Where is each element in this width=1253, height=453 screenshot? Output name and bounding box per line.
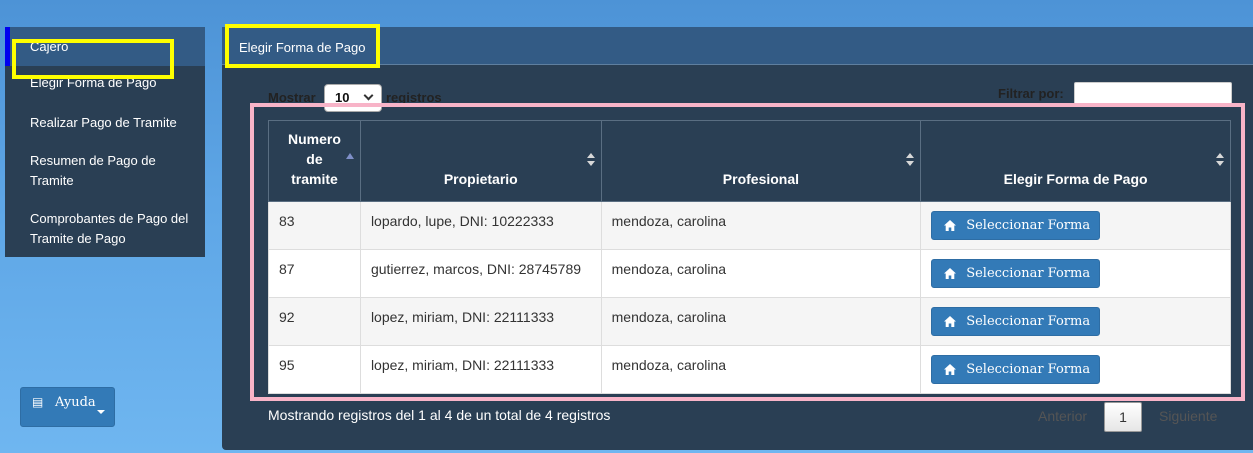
column-header-elegir-forma[interactable]: Elegir Forma de Pago — [920, 120, 1231, 202]
cell-profesional: mendoza, carolina — [600, 201, 922, 250]
cell-action: Seleccionar Forma — [920, 345, 1231, 394]
sort-icon — [906, 153, 915, 167]
cell-action: Seleccionar Forma — [920, 201, 1231, 250]
column-header-label: Elegir Forma de Pago — [1003, 171, 1148, 187]
home-icon — [944, 220, 957, 231]
cell-profesional: mendoza, carolina — [600, 249, 922, 298]
panel-header: Elegir Forma de Pago — [222, 27, 1253, 65]
list-icon: ▤ — [32, 395, 44, 409]
column-header-profesional[interactable]: Profesional — [600, 120, 922, 202]
sidebar-item-resumen-de-pago[interactable]: Resumen de Pago de Tramite — [5, 151, 205, 191]
column-header-label: Propietario — [443, 171, 518, 187]
cell-profesional: mendoza, carolina — [600, 297, 922, 346]
select-payment-button[interactable]: Seleccionar Forma — [931, 259, 1101, 288]
select-payment-label: Seleccionar Forma — [966, 362, 1091, 377]
cell-propietario: lopardo, lupe, DNI: 10222333 — [359, 201, 602, 250]
panel-title: Elegir Forma de Pago — [239, 40, 366, 55]
cell-action: Seleccionar Forma — [920, 297, 1231, 346]
table-row: 92 lopez, miriam, DNI: 22111333 mendoza,… — [268, 297, 1231, 346]
select-payment-button[interactable]: Seleccionar Forma — [931, 355, 1101, 384]
page-length-value: 10 — [335, 90, 350, 105]
cell-numero: 95 — [268, 345, 361, 394]
sort-icon — [1216, 153, 1224, 167]
cell-profesional: mendoza, carolina — [600, 345, 922, 394]
table-row: 95 lopez, miriam, DNI: 22111333 mendoza,… — [268, 345, 1231, 394]
cell-numero: 83 — [268, 201, 361, 250]
cell-propietario: lopez, miriam, DNI: 22111333 — [359, 297, 602, 346]
home-icon — [944, 364, 957, 375]
select-payment-label: Seleccionar Forma — [966, 314, 1091, 329]
tramites-table: Numero de tramite Propietario Profesiona… — [268, 120, 1231, 394]
length-prefix-label: Mostrar — [268, 90, 316, 105]
pagination-page-1[interactable]: 1 — [1104, 402, 1142, 432]
column-header-label: Profesional — [722, 171, 800, 187]
cell-action: Seleccionar Forma — [920, 249, 1231, 298]
sidebar: Cajero Elegir Forma de Pago Realizar Pag… — [5, 27, 205, 257]
select-payment-label: Seleccionar Forma — [966, 266, 1091, 281]
select-payment-button[interactable]: Seleccionar Forma — [931, 211, 1101, 240]
cell-propietario: lopez, miriam, DNI: 22111333 — [359, 345, 602, 394]
home-icon — [944, 268, 957, 279]
cell-propietario: gutierrez, marcos, DNI: 28745789 — [359, 249, 602, 298]
table-row: 87 gutierrez, marcos, DNI: 28745789 mend… — [268, 249, 1231, 298]
caret-down-icon — [97, 410, 105, 414]
select-payment-label: Seleccionar Forma — [966, 218, 1091, 233]
help-label: Ayuda — [55, 395, 96, 410]
sidebar-item-realizar-pago[interactable]: Realizar Pago de Tramite — [5, 113, 205, 133]
table-header-row: Numero de tramite Propietario Profesiona… — [268, 120, 1231, 202]
chevron-down-icon — [363, 90, 374, 101]
sidebar-header-cajero[interactable]: Cajero — [5, 27, 205, 66]
sidebar-item-elegir-forma-de-pago[interactable]: Elegir Forma de Pago — [5, 73, 205, 93]
column-header-propietario[interactable]: Propietario — [359, 120, 602, 202]
page-length-select[interactable]: 10 — [324, 84, 382, 112]
help-dropdown-button[interactable]: ▤ Ayuda — [20, 387, 115, 427]
pagination-previous[interactable]: Anterior — [1038, 408, 1087, 424]
pagination-next[interactable]: Siguiente — [1159, 408, 1217, 424]
table-info-text: Mostrando registros del 1 al 4 de un tot… — [268, 407, 611, 423]
cell-numero: 92 — [268, 297, 361, 346]
column-header-numero[interactable]: Numero de tramite — [268, 120, 361, 202]
filter-input[interactable] — [1074, 82, 1232, 106]
filter-label: Filtrar por: — [998, 86, 1064, 101]
sidebar-item-comprobantes[interactable]: Comprobantes de Pago del Tramite de Pago — [5, 209, 205, 249]
table-row: 83 lopardo, lupe, DNI: 10222333 mendoza,… — [268, 201, 1231, 250]
sort-icon — [586, 153, 595, 167]
length-suffix-label: registros — [386, 90, 442, 105]
select-payment-button[interactable]: Seleccionar Forma — [931, 307, 1101, 336]
home-icon — [944, 316, 957, 327]
cell-numero: 87 — [268, 249, 361, 298]
column-header-label: Numero de tramite — [288, 131, 341, 187]
sort-ascending-icon — [345, 153, 354, 159]
